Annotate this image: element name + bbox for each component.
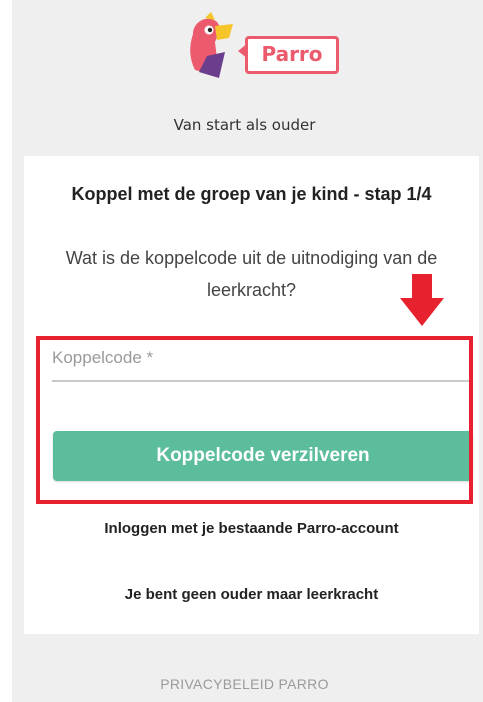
- redeem-code-button[interactable]: Koppelcode verzilveren: [53, 431, 473, 481]
- parro-wordmark: Parro: [238, 36, 339, 74]
- wordmark-text: Parro: [261, 42, 323, 66]
- parro-logo: Parro: [185, 12, 355, 84]
- card-title: Koppel met de groep van je kind - stap 1…: [71, 184, 432, 204]
- parrot-icon: [190, 12, 233, 78]
- login-existing-account-link[interactable]: Inloggen met je bestaande Parro-account: [84, 518, 419, 540]
- speech-tail: [238, 43, 248, 59]
- card-question: Wat is de koppelcode uit de uitnodiging …: [65, 248, 438, 300]
- app-screen: Parro Van start als ouder Koppel met de …: [12, 0, 483, 702]
- koppelcode-input[interactable]: [52, 336, 472, 382]
- privacy-policy-link[interactable]: PRIVACYBELEID PARRO: [12, 676, 477, 692]
- arrow-down-icon: [400, 274, 444, 326]
- teacher-link[interactable]: Je bent geen ouder maar leerkracht: [44, 586, 459, 603]
- page-subtitle: Van start als ouder: [173, 116, 316, 134]
- onboarding-card: Koppel met de groep van je kind - stap 1…: [24, 156, 479, 634]
